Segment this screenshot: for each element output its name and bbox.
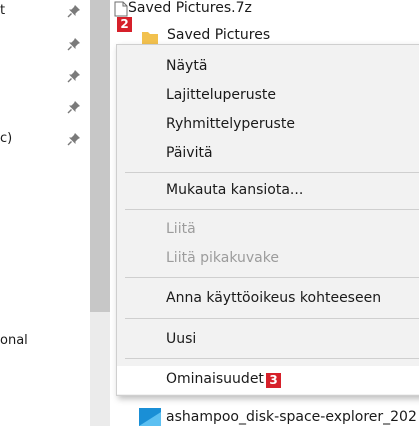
menu-item-label: Näytä [166, 58, 208, 74]
pin-icon[interactable] [67, 69, 81, 83]
pin-icon[interactable] [67, 132, 81, 146]
folder-icon [142, 32, 158, 44]
folder-name[interactable]: Saved Pictures [167, 27, 270, 44]
menu-item-properties[interactable]: Ominaisuudet 3 [117, 366, 419, 394]
pin-icon[interactable] [67, 37, 81, 51]
menu-item-label: Päivitä [166, 145, 213, 161]
menu-item-group-by[interactable]: Ryhmittelyperuste [117, 111, 419, 139]
file-name[interactable]: ashampoo_disk-space-explorer_202 [166, 409, 417, 425]
menu-item-label: Liitä [166, 221, 196, 237]
menu-item-view[interactable]: Näytä [117, 53, 419, 81]
file-name[interactable]: Saved Pictures.7z [128, 0, 252, 16]
menu-item-sort-by[interactable]: Lajitteluperuste [117, 82, 419, 110]
menu-separator [125, 277, 419, 278]
menu-item-customize-folder[interactable]: Mukauta kansiota... [117, 177, 419, 205]
menu-item-paste[interactable]: Liitä [117, 216, 419, 244]
installer-file-icon [139, 408, 161, 426]
menu-item-label: Mukauta kansiota... [166, 182, 304, 198]
pin-icon[interactable] [67, 4, 81, 18]
menu-separator [125, 209, 419, 210]
menu-item-refresh[interactable]: Päivitä [117, 140, 419, 168]
step-badge-3: 3 [266, 373, 281, 388]
step-badge-2: 2 [117, 17, 132, 32]
menu-separator [125, 358, 419, 359]
menu-item-label: Ominaisuudet [166, 371, 264, 387]
menu-item-new[interactable]: Uusi [117, 326, 419, 354]
menu-item-label: Liitä pikakuvake [166, 250, 279, 266]
scrollbar-thumb[interactable] [90, 0, 110, 312]
menu-item-give-access[interactable]: Anna käyttöoikeus kohteeseen [117, 285, 419, 313]
context-menu: Näytä Lajitteluperuste Ryhmittelyperuste… [116, 44, 419, 396]
pin-icon[interactable] [67, 100, 81, 114]
archive-file-icon [114, 1, 128, 17]
menu-item-label: Uusi [166, 331, 197, 347]
menu-item-label: Anna käyttöoikeus kohteeseen [166, 290, 382, 306]
menu-item-label: Lajitteluperuste [166, 87, 277, 103]
menu-separator [125, 318, 419, 319]
menu-item-label: Ryhmittelyperuste [166, 116, 295, 132]
nav-item-label[interactable]: c) [0, 131, 12, 146]
nav-item-label[interactable]: onal [0, 333, 28, 348]
nav-item-label[interactable]: t [0, 3, 5, 18]
navigation-pane: t c) onal [0, 0, 90, 426]
menu-item-paste-shortcut[interactable]: Liitä pikakuvake [117, 245, 419, 273]
menu-separator [125, 172, 419, 173]
